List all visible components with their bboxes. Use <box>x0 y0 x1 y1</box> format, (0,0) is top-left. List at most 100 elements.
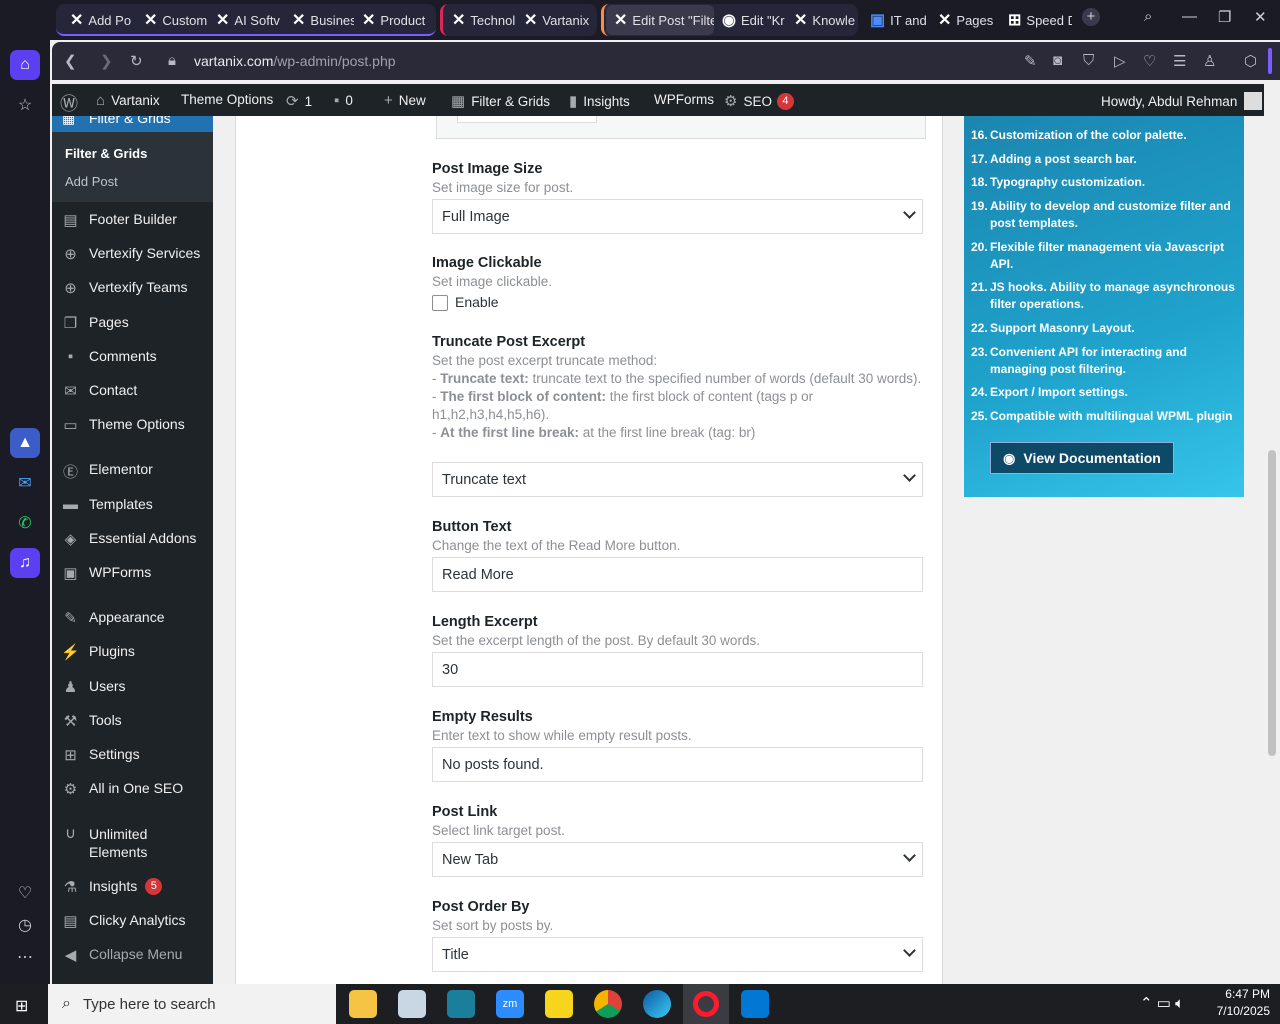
back-icon[interactable]: ❮ <box>64 52 77 70</box>
menu-appearance[interactable]: ✎ Appearance <box>52 609 213 627</box>
opera-taskbar-active[interactable] <box>683 984 729 1024</box>
menu-comments[interactable]: ▪ Comments <box>52 348 213 365</box>
edit-icon[interactable]: ✎ <box>1024 52 1037 70</box>
tab-active[interactable]: ✕ Edit Post "Filte <box>606 5 714 35</box>
tab[interactable]: ✕ Pages <box>930 5 1000 35</box>
tab[interactable]: ✕ Product <box>354 5 432 35</box>
view-documentation-button[interactable]: ◉ View Documentation <box>990 442 1174 474</box>
app-icon[interactable] <box>447 990 475 1018</box>
site-link[interactable]: ⌂ Vartanix <box>96 92 160 109</box>
messenger-icon[interactable]: ✉ <box>10 468 40 498</box>
menu-contact[interactable]: ✉ Contact <box>52 382 213 400</box>
home-icon[interactable]: ⌂ <box>10 50 40 80</box>
aria-icon[interactable]: ▲ <box>10 428 40 458</box>
tab[interactable]: ✕ Vartanix <box>516 5 594 35</box>
updates-link[interactable]: ⟳ 1 <box>286 92 312 110</box>
menu-templates[interactable]: ▬ Templates <box>52 496 213 513</box>
image-size-select[interactable]: Full Image <box>432 199 923 234</box>
menu-essential-addons[interactable]: ◈ Essential Addons <box>52 530 213 548</box>
post-link-select[interactable]: New Tab <box>432 842 923 877</box>
submenu-filter-grids[interactable]: Filter & Grids <box>65 146 147 161</box>
camera-icon[interactable]: ◙ <box>1053 52 1062 69</box>
tab[interactable]: ◉ Edit "Kr <box>714 5 786 35</box>
howdy-link[interactable]: Howdy, Abdul Rehman <box>1101 92 1263 110</box>
menu-unlimited-elements[interactable]: ∪ Unlimited Elements <box>52 825 213 861</box>
file-explorer-icon[interactable] <box>349 990 377 1018</box>
menu-settings[interactable]: ⊞ Settings <box>52 746 213 764</box>
collapse-menu[interactable]: ◀ Collapse Menu <box>52 946 213 964</box>
shield-icon[interactable]: ⛉ <box>1083 52 1094 69</box>
tab[interactable]: ✕ Knowle <box>786 5 856 35</box>
length-excerpt-input[interactable]: 30 <box>432 652 923 687</box>
menu-vertexify-services[interactable]: ⊕ Vertexify Services <box>52 245 213 263</box>
menu-insights[interactable]: ⚗ Insights 5 <box>52 878 213 896</box>
feature-item: 20. Flexible filter management via Javasc… <box>971 240 1225 271</box>
new-link[interactable]: + New <box>384 92 426 109</box>
zoom-icon[interactable]: zm <box>496 990 524 1018</box>
wpforms-link[interactable]: WPForms <box>654 92 714 107</box>
clock[interactable]: 6:47 PM 7/10/2025 <box>1200 987 1270 1018</box>
chrome-icon[interactable] <box>594 990 622 1018</box>
history-icon[interactable]: ◷ <box>10 910 40 940</box>
profile-icon[interactable]: ♙ <box>1203 52 1216 70</box>
extensions-icon[interactable]: ⬡ <box>1244 52 1257 70</box>
seo-link[interactable]: ⚙ SEO 4 <box>724 92 794 110</box>
tab[interactable]: ▣IT and D <box>862 5 930 35</box>
insights-link[interactable]: ▮ Insights <box>569 92 630 110</box>
more-icon[interactable]: ⋯ <box>10 942 40 972</box>
menu-footer-builder[interactable]: ▤ Footer Builder <box>52 211 213 229</box>
close-icon[interactable]: ✕ <box>1254 8 1267 26</box>
menu-current-item[interactable]: ▦ Filter & Grids <box>52 116 213 132</box>
post-order-select[interactable]: Title <box>432 937 923 972</box>
minimize-icon[interactable]: — <box>1182 8 1197 25</box>
menu-elementor[interactable]: Ⓔ Elementor <box>52 461 213 482</box>
tray-icons[interactable]: ⌃ ▭ 🔈︎ <box>1140 994 1184 1012</box>
sidebar-toggle[interactable] <box>1268 48 1272 74</box>
comments-link[interactable]: ▪ 0 <box>334 92 353 109</box>
truncate-select[interactable]: Truncate text <box>432 462 923 497</box>
maximize-icon[interactable]: ❐ <box>1218 8 1231 26</box>
menu-all-in-one-seo[interactable]: ⚙ All in One SEO <box>52 780 213 798</box>
windows-start-icon[interactable]: ⊞ <box>15 996 28 1016</box>
menu-tools[interactable]: ⚒ Tools <box>52 712 213 730</box>
sticky-notes-icon[interactable] <box>545 990 573 1018</box>
player-icon[interactable]: ♫ <box>10 548 40 578</box>
button-text-input[interactable]: Read More <box>432 557 923 592</box>
search-tabs-icon[interactable]: ⌕ <box>1144 8 1152 25</box>
tab[interactable]: ⊞ Speed D <box>1000 5 1072 35</box>
menu-icon[interactable]: ☰ <box>1173 52 1186 70</box>
tab[interactable]: ✕ Custom <box>136 5 208 35</box>
scrollbar-thumb[interactable] <box>1268 450 1276 756</box>
taskbar-search[interactable]: ⌕ Type here to search <box>48 984 336 1024</box>
tab[interactable]: ✕ Technol <box>444 5 516 35</box>
app-icon[interactable] <box>398 990 426 1018</box>
menu-theme-options[interactable]: ▭ Theme Options <box>52 416 213 434</box>
submenu-add-post[interactable]: Add Post <box>65 174 118 189</box>
whatsapp-icon[interactable]: ✆ <box>10 508 40 538</box>
menu-wpforms[interactable]: ▣ WPForms <box>52 564 213 582</box>
vscode-icon[interactable] <box>741 990 769 1018</box>
menu-clicky-analytics[interactable]: ▤ Clicky Analytics <box>52 912 213 930</box>
heart-icon[interactable]: ♡ <box>10 878 40 908</box>
tab[interactable]: ✕ AI Softv <box>208 5 284 35</box>
tab[interactable]: ✕ Add Po <box>62 5 136 35</box>
reload-icon[interactable]: ↻ <box>130 52 143 70</box>
menu-users[interactable]: ♟ Users <box>52 678 213 696</box>
menu-vertexify-teams[interactable]: ⊕ Vertexify Teams <box>52 279 213 297</box>
theme-options-link[interactable]: Theme Options <box>181 92 273 107</box>
wordpress-logo-icon[interactable]: Ⓦ <box>60 90 78 116</box>
page-scrollbar[interactable] <box>1264 84 1280 984</box>
url-field[interactable]: vartanix.com/wp-admin/post.php <box>194 53 396 69</box>
menu-pages[interactable]: ❐ Pages <box>52 314 213 332</box>
send-icon[interactable]: ▷ <box>1114 52 1126 70</box>
heart-icon[interactable]: ♡ <box>1143 52 1156 70</box>
menu-plugins[interactable]: ⚡ Plugins <box>52 643 213 661</box>
forward-icon[interactable]: ❯ <box>100 52 113 70</box>
enable-checkbox[interactable] <box>432 295 448 311</box>
new-tab-icon[interactable]: + <box>1082 8 1100 26</box>
star-icon[interactable]: ☆ <box>10 90 40 120</box>
empty-results-input[interactable]: No posts found. <box>432 747 923 782</box>
edge-icon[interactable] <box>643 990 671 1018</box>
tab[interactable]: ✕ Busines <box>284 5 354 35</box>
filter-grids-link[interactable]: ▦ Filter & Grids <box>451 92 550 110</box>
